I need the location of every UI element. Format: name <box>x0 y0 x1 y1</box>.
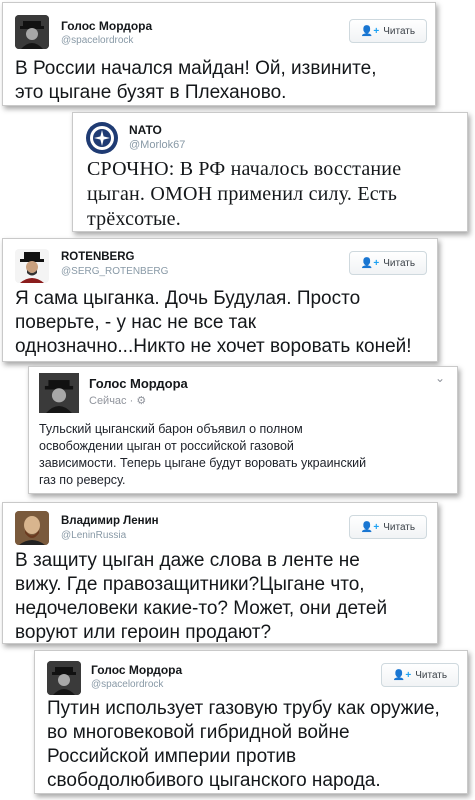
add-user-icon: 👤+ <box>360 521 380 533</box>
follow-button[interactable]: 👤+ Читать <box>349 515 427 539</box>
add-user-icon: 👤+ <box>360 257 380 269</box>
author-name[interactable]: Владимир Ленин <box>61 515 159 527</box>
avatar[interactable] <box>15 511 49 545</box>
post-text-line: освобождении цыган от российской газовой <box>39 439 294 453</box>
tweet-text-line: СРОЧНО: В РФ началось восстание <box>87 158 402 180</box>
man-in-hat-icon <box>15 249 49 283</box>
author-handle[interactable]: @SERG_ROTENBERG <box>61 266 168 277</box>
follow-button[interactable]: 👤+ Читать <box>349 19 427 43</box>
avatar[interactable] <box>15 249 49 283</box>
tweet-card: Владимир Ленин @LeninRussia 👤+ Читать В … <box>2 502 438 644</box>
avatar[interactable] <box>15 15 49 49</box>
follow-label: Читать <box>383 257 416 269</box>
tweet-text-line: Российской империи против <box>47 746 297 767</box>
tweet-card: Голос Мордора @spacelordrock 👤+ Читать В… <box>2 2 436 106</box>
avatar[interactable] <box>85 121 119 155</box>
tweet-text-line: это цыгане бузят в Плеханово. <box>15 82 287 103</box>
tweet-text-line: воруют или героин продают? <box>15 622 272 643</box>
follow-label: Читать <box>415 669 448 681</box>
author-handle[interactable]: @spacelordrock <box>61 35 133 46</box>
add-user-icon: 👤+ <box>392 669 412 681</box>
avatar[interactable] <box>39 373 79 413</box>
tweet-text: Я сама цыганка. Дочь Будулая. Просто пов… <box>15 287 412 359</box>
author-name[interactable]: Голос Мордора <box>89 376 188 391</box>
author-handle[interactable]: @spacelordrock <box>91 679 163 690</box>
tweet-text: СРОЧНО: В РФ началось восстание цыган. О… <box>87 157 401 232</box>
tweet-text: В защиту цыган даже слова в ленте не виж… <box>15 549 387 645</box>
tweet-text-line: свободолюбивого цыганского народа. <box>47 770 381 791</box>
tweet-text: В России начался майдан! Ой, извините, э… <box>15 57 377 105</box>
post-time[interactable]: Сейчас · <box>89 395 133 407</box>
author-handle[interactable]: @LeninRussia <box>61 530 126 541</box>
post-text-line: зависимости. Теперь цыгане будут вороват… <box>39 456 367 470</box>
tweet-text: Путин использует газовую трубу как оружи… <box>47 697 440 793</box>
tweet-text-line: вижу. Где правозащитники?Цыгане что, <box>15 574 365 595</box>
tweet-text-line: Я сама цыганка. Дочь Будулая. Просто <box>15 288 361 309</box>
tweet-text-line: во многовековой гибридной войне <box>47 722 350 743</box>
post-text-line: Тульский цыганский барон объявил о полно… <box>39 422 303 436</box>
nato-seal-icon <box>86 122 118 154</box>
follow-label: Читать <box>383 521 416 533</box>
tweet-text-line: В России начался майдан! Ой, извините, <box>15 58 377 79</box>
follow-button[interactable]: 👤+ Читать <box>349 251 427 275</box>
man-in-hat-icon <box>39 373 79 413</box>
tweet-card: Голос Мордора @spacelordrock 👤+ Читать П… <box>34 650 468 794</box>
follow-button[interactable]: 👤+ Читать <box>381 663 459 687</box>
author-name[interactable]: Голос Мордора <box>91 663 182 677</box>
author-name[interactable]: Голос Мордора <box>61 19 152 33</box>
post-text: Тульский цыганский барон объявил о полно… <box>39 421 366 489</box>
lenin-portrait-icon <box>15 511 49 545</box>
tweet-text-line: Путин использует газовую трубу как оружи… <box>47 698 440 719</box>
post-meta: Сейчас · ⚙ <box>89 394 146 407</box>
globe-icon: ⚙ <box>136 395 147 407</box>
man-in-hat-icon <box>47 661 81 695</box>
tweet-text-line: однозначно...Никто не хочет воровать кон… <box>15 336 412 357</box>
author-handle[interactable]: @Morlok67 <box>129 139 185 151</box>
tweet-card: NATO @Morlok67 СРОЧНО: В РФ началось вос… <box>72 112 468 232</box>
author-name[interactable]: ROTENBERG <box>61 251 134 263</box>
add-user-icon: 👤+ <box>360 25 380 37</box>
tweet-text-line: недочеловеки какие-то? Может, они детей <box>15 598 388 619</box>
tweet-text-line: трёхсотые. <box>87 208 181 230</box>
author-name[interactable]: NATO <box>129 123 162 137</box>
follow-label: Читать <box>383 25 416 37</box>
chevron-down-icon[interactable]: ⌄ <box>435 371 445 385</box>
post-text-line: газ по реверсу. <box>39 473 126 487</box>
tweet-text-line: поверьте, - у нас не все так <box>15 312 257 333</box>
tweet-card: ROTENBERG @SERG_ROTENBERG 👤+ Читать Я са… <box>2 238 438 362</box>
man-in-hat-icon <box>15 15 49 49</box>
tweet-text-line: цыган. ОМОН применил силу. Есть <box>87 183 398 205</box>
post-card: ⌄ Голос Мордора Сейчас · ⚙ Тульский цыга… <box>28 366 458 494</box>
tweet-text-line: В защиту цыган даже слова в ленте не <box>15 550 360 571</box>
avatar[interactable] <box>47 661 81 695</box>
